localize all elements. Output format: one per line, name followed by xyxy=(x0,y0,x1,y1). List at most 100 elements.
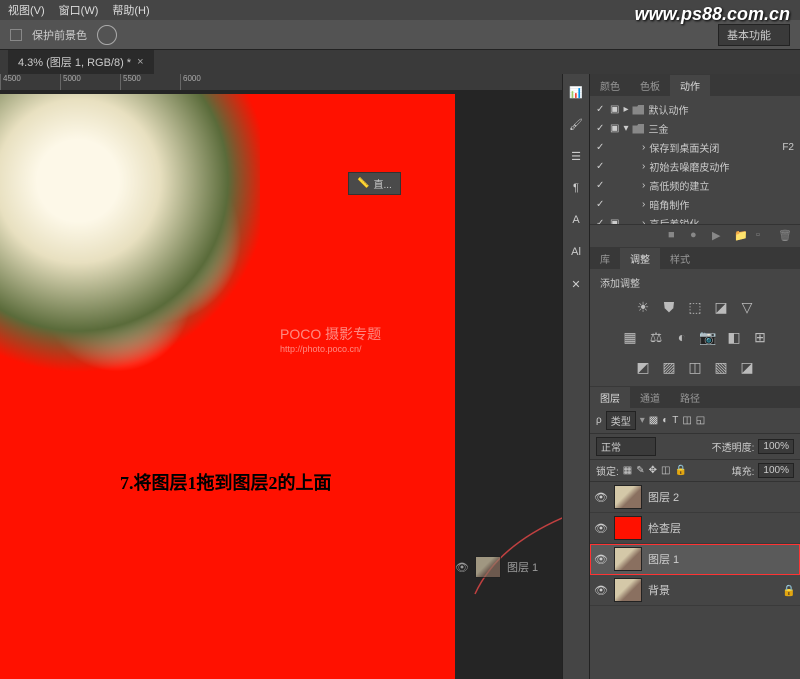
filter-pixel-icon[interactable]: ▩ xyxy=(649,415,658,426)
adj-selective-icon[interactable]: ◪ xyxy=(738,358,756,376)
panels-column: 颜色 色板 动作 ✓▣▸默认动作 ✓▣▾三金 ✓›保存到桌面关闭F2 ✓›初始去… xyxy=(590,74,800,679)
eye-icon[interactable]: 👁 xyxy=(594,553,608,566)
eye-icon[interactable]: 👁 xyxy=(594,522,608,535)
tab-adjustments[interactable]: 调整 xyxy=(620,248,660,269)
new-folder-icon[interactable]: 📁 xyxy=(734,229,748,243)
layer-row-check[interactable]: 👁 检查层 xyxy=(590,513,800,544)
filter-shape-icon[interactable]: ◫ xyxy=(682,415,691,426)
action-folder-sanjin[interactable]: ✓▣▾三金 xyxy=(596,119,794,138)
play-icon[interactable]: ▶ xyxy=(712,229,726,243)
actions-footer: ■ ● ▶ 📁 ▫ 🗑 xyxy=(590,224,800,247)
eye-icon[interactable]: 👁 xyxy=(594,491,608,504)
document-tab[interactable]: 4.3% (图层 1, RGB/8) * × xyxy=(8,50,154,74)
layer-row-1[interactable]: 👁 图层 1 xyxy=(590,544,800,575)
adj-hue-icon[interactable]: ▦ xyxy=(621,328,639,346)
action-item[interactable]: ✓▣›高后差锐化 xyxy=(596,214,794,224)
eye-icon[interactable]: 👁 xyxy=(594,584,608,597)
adj-exposure-icon[interactable]: ◪ xyxy=(712,298,730,316)
layer-drag-ghost: 👁 图层 1 xyxy=(455,556,538,578)
brush-preview-icon[interactable] xyxy=(97,25,117,45)
checkbox-protect-fg[interactable] xyxy=(10,29,22,41)
tools-icon[interactable]: ✕ xyxy=(566,274,586,294)
histogram-icon[interactable]: 📊 xyxy=(566,82,586,102)
lock-pixel-icon[interactable]: ✎ xyxy=(636,465,644,476)
adj-bw-icon[interactable]: ◐ xyxy=(673,328,691,346)
menu-help[interactable]: 帮助(H) xyxy=(112,2,149,18)
workspace-select[interactable]: 基本功能 xyxy=(718,24,790,46)
layer-row-bg[interactable]: 👁 背景 🔒 xyxy=(590,575,800,606)
action-item[interactable]: ✓›高低频的建立 xyxy=(596,176,794,195)
adj-photo-filter-icon[interactable]: 📷 xyxy=(699,328,717,346)
adj-balance-icon[interactable]: ⚖ xyxy=(647,328,665,346)
close-icon[interactable]: × xyxy=(137,56,143,68)
action-folder-default[interactable]: ✓▣▸默认动作 xyxy=(596,100,794,119)
adj-vibrance-icon[interactable]: ▽ xyxy=(738,298,756,316)
tab-channels[interactable]: 通道 xyxy=(630,387,670,408)
new-icon[interactable]: ▫ xyxy=(756,229,770,243)
adj-levels-icon[interactable]: ⛊ xyxy=(660,298,678,316)
lock-artboard-icon[interactable]: ◫ xyxy=(661,465,670,476)
adj-curves-icon[interactable]: ⬚ xyxy=(686,298,704,316)
character-icon[interactable]: A xyxy=(566,210,586,230)
poco-watermark: POCO 摄影专题 http://photo.poco.cn/ xyxy=(280,324,381,354)
brushes-icon[interactable]: ☰ xyxy=(566,146,586,166)
layer-thumb xyxy=(614,516,642,540)
filter-smart-icon[interactable]: ◱ xyxy=(696,415,705,426)
adj-lookup-icon[interactable]: ⊞ xyxy=(751,328,769,346)
layer-thumb xyxy=(614,547,642,571)
menu-window[interactable]: 窗口(W) xyxy=(59,2,99,18)
action-item[interactable]: ✓›暗角制作 xyxy=(596,195,794,214)
ruler-icon: 📏 xyxy=(357,178,369,189)
lock-label: 锁定: xyxy=(596,463,619,478)
filter-type-icon[interactable]: T xyxy=(672,415,678,426)
layer-row-2[interactable]: 👁 图层 2 xyxy=(590,482,800,513)
tab-library[interactable]: 库 xyxy=(590,248,620,269)
glyphs-icon[interactable]: Al xyxy=(566,242,586,262)
document-tab-bar: 4.3% (图层 1, RGB/8) * × xyxy=(0,50,800,74)
brush-panel-icon[interactable]: 🖌 xyxy=(566,114,586,134)
tab-color[interactable]: 颜色 xyxy=(590,75,630,96)
canvas-image-flowers xyxy=(0,94,260,384)
stop-icon[interactable]: ■ xyxy=(668,229,682,243)
add-adjustment-label: 添加调整 xyxy=(596,273,794,292)
adj-brightness-icon[interactable]: ☀ xyxy=(634,298,652,316)
fill-input[interactable]: 100% xyxy=(758,463,794,478)
panel-tabs-top: 颜色 色板 动作 xyxy=(590,74,800,96)
annotation-arrow xyxy=(470,499,562,599)
actions-panel: ✓▣▸默认动作 ✓▣▾三金 ✓›保存到桌面关闭F2 ✓›初始去噪磨皮动作 ✓›高… xyxy=(590,96,800,224)
paragraph-icon[interactable]: ¶ xyxy=(566,178,586,198)
trash-icon[interactable]: 🗑 xyxy=(778,229,792,243)
adj-threshold-icon[interactable]: ◫ xyxy=(686,358,704,376)
straighten-tool-hint[interactable]: 📏 直... xyxy=(348,172,401,195)
adj-gradient-icon[interactable]: ▧ xyxy=(712,358,730,376)
tab-styles[interactable]: 样式 xyxy=(660,248,700,269)
layer-filter-select[interactable]: 类型 xyxy=(606,411,636,430)
collapsed-tool-panels: 📊 🖌 ☰ ¶ A Al ✕ xyxy=(562,74,590,679)
action-item[interactable]: ✓›保存到桌面关闭F2 xyxy=(596,138,794,157)
opacity-input[interactable]: 100% xyxy=(758,439,794,454)
lock-all-icon[interactable]: 🔒 xyxy=(674,465,686,476)
blend-mode-select[interactable]: 正常 xyxy=(596,437,656,456)
filter-adj-icon[interactable]: ◐ xyxy=(662,415,668,426)
tab-layers[interactable]: 图层 xyxy=(590,387,630,408)
layer-name: 背景 xyxy=(648,582,670,598)
tab-swatches[interactable]: 色板 xyxy=(630,75,670,96)
tab-paths[interactable]: 路径 xyxy=(670,387,710,408)
opacity-label: 不透明度: xyxy=(712,439,755,454)
eye-icon: 👁 xyxy=(455,561,469,574)
adj-invert-icon[interactable]: ◩ xyxy=(634,358,652,376)
menu-view[interactable]: 视图(V) xyxy=(8,2,45,18)
record-icon[interactable]: ● xyxy=(690,229,704,243)
layer-name: 图层 1 xyxy=(648,551,679,567)
lock-pos-icon[interactable]: ✥ xyxy=(649,465,657,476)
tab-actions[interactable]: 动作 xyxy=(670,75,710,96)
action-item[interactable]: ✓›初始去噪磨皮动作 xyxy=(596,157,794,176)
layer-thumb xyxy=(475,556,501,578)
fill-label: 填充: xyxy=(732,463,755,478)
adj-posterize-icon[interactable]: ▨ xyxy=(660,358,678,376)
layer-thumb xyxy=(614,578,642,602)
layers-lock-row: 锁定: ▦ ✎ ✥ ◫ 🔒 填充: 100% xyxy=(590,460,800,482)
lock-trans-icon[interactable]: ▦ xyxy=(623,465,632,476)
adj-mixer-icon[interactable]: ◧ xyxy=(725,328,743,346)
site-watermark: www.ps88.com.cn xyxy=(635,4,790,25)
